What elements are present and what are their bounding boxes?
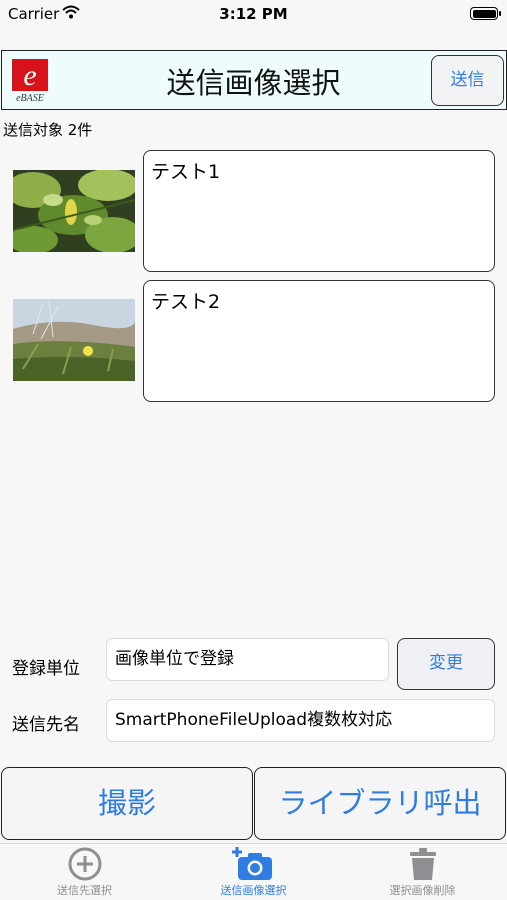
battery-tip xyxy=(499,11,501,16)
tab-destination-select[interactable]: 送信先選択 xyxy=(0,843,169,900)
comment-field-1[interactable]: テスト1 xyxy=(143,150,495,272)
target-count: 送信対象 2件 xyxy=(3,121,93,139)
registration-unit-label: 登録単位 xyxy=(12,659,80,679)
change-button[interactable]: 変更 xyxy=(397,638,495,690)
destination-label: 送信先名 xyxy=(12,715,80,735)
registration-unit-field: 画像単位で登録 xyxy=(106,638,389,681)
comment-field-2[interactable]: テスト2 xyxy=(143,280,495,402)
tab-send-image-select[interactable]: 送信画像選択 xyxy=(169,843,338,900)
camera-plus-icon xyxy=(231,847,272,880)
image-thumbnail-2[interactable] xyxy=(13,299,135,381)
tab-delete-selected-image[interactable]: 選択画像削除 xyxy=(338,843,507,900)
tab-label: 送信先選択 xyxy=(57,884,112,897)
camera-button[interactable]: 撮影 xyxy=(1,767,253,840)
destination-field: SmartPhoneFileUpload複数枚対応 xyxy=(106,699,495,742)
tab-label: 選択画像削除 xyxy=(389,884,456,897)
tab-label: 送信画像選択 xyxy=(220,884,287,897)
library-button[interactable]: ライブラリ呼出 xyxy=(254,767,506,840)
trash-icon xyxy=(409,848,436,880)
send-button[interactable]: 送信 xyxy=(431,55,504,106)
image-thumbnail-1[interactable] xyxy=(13,170,135,252)
plus-circle-icon xyxy=(68,847,101,881)
status-time: 3:12 PM xyxy=(219,5,288,23)
battery-icon xyxy=(470,7,498,20)
